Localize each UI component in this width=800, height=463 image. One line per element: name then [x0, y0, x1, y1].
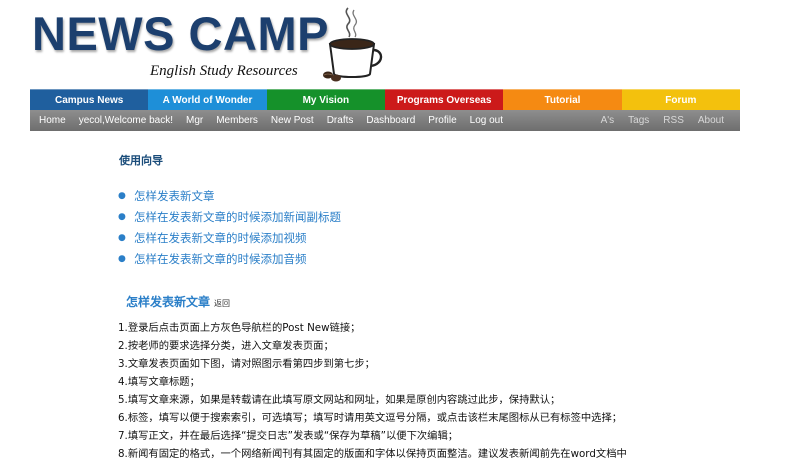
- tab-tutorial[interactable]: Tutorial: [503, 89, 622, 110]
- site-subtitle: English Study Resources: [150, 63, 298, 79]
- guide-heading: 使用向导: [119, 154, 163, 167]
- tab-forum[interactable]: Forum: [621, 89, 740, 110]
- guide-link-new-post[interactable]: 怎样发表新文章: [134, 188, 215, 204]
- user-nav-right: A's Tags RSS About: [587, 115, 740, 126]
- step-item: 5.填写文章来源，如果是转载请在此填写原文网站和网址，如果是原创内容跳过此步，保…: [118, 394, 561, 406]
- site-header: NEWS CAMP English Study Resources: [30, 0, 740, 88]
- guide-link-add-subtitle[interactable]: 怎样在发表新文章的时候添加新闻副标题: [134, 209, 341, 225]
- section-header: 怎样发表新文章 返回: [126, 293, 230, 310]
- nav-drafts-link[interactable]: Drafts: [327, 115, 354, 126]
- list-item: ● 怎样在发表新文章的时候添加视频: [118, 227, 341, 248]
- nav-about-link[interactable]: About: [698, 115, 724, 126]
- tab-campus-news[interactable]: Campus News: [30, 89, 149, 110]
- tab-my-vision[interactable]: My Vision: [266, 89, 385, 110]
- back-link[interactable]: 返回: [214, 298, 230, 309]
- bullet-icon: ●: [118, 190, 126, 201]
- step-item: 3.文章发表页面如下图，请对照图示看第四步到第七步；: [118, 358, 375, 370]
- list-item: ● 怎样在发表新文章的时候添加新闻副标题: [118, 206, 341, 227]
- nav-archives-link[interactable]: A's: [601, 115, 615, 126]
- bullet-icon: ●: [118, 253, 126, 264]
- nav-mgr-link[interactable]: Mgr: [186, 115, 203, 126]
- coffee-cup-icon: [323, 7, 383, 82]
- tab-a-world-of-wonder[interactable]: A World of Wonder: [148, 89, 267, 110]
- nav-logout-link[interactable]: Log out: [470, 115, 503, 126]
- step-item: 8.新闻有固定的格式，一个网络新闻刊有其固定的版面和字体以保持页面整洁。建议发表…: [118, 448, 627, 460]
- nav-dashboard-link[interactable]: Dashboard: [366, 115, 415, 126]
- nav-home-link[interactable]: Home: [39, 115, 66, 126]
- user-nav-left: Home yecol,Welcome back! Mgr Members New…: [30, 115, 507, 126]
- step-item: 7.填写正文，并在最后选择“提交日志”发表或“保存为草稿”以便下次编辑；: [118, 430, 459, 442]
- bullet-icon: ●: [118, 211, 126, 222]
- nav-profile-link[interactable]: Profile: [428, 115, 456, 126]
- instruction-steps: 1.登录后点击页面上方灰色导航栏的Post New链接； 2.按老师的要求选择分…: [118, 319, 798, 463]
- step-item: 2.按老师的要求选择分类，进入文章发表页面；: [118, 340, 334, 352]
- nav-welcome-user-link[interactable]: yecol,Welcome back!: [79, 115, 173, 126]
- step-item: 1.登录后点击页面上方灰色导航栏的Post New链接；: [118, 322, 361, 334]
- tab-programs-overseas[interactable]: Programs Overseas: [384, 89, 504, 110]
- section-title: 怎样发表新文章: [126, 295, 211, 309]
- list-item: ● 怎样发表新文章: [118, 185, 341, 206]
- nav-new-post-link[interactable]: New Post: [271, 115, 314, 126]
- nav-rss-link[interactable]: RSS: [663, 115, 684, 126]
- step-item: 4.填写文章标题；: [118, 376, 200, 388]
- bullet-icon: ●: [118, 232, 126, 243]
- guide-link-add-video[interactable]: 怎样在发表新文章的时候添加视频: [134, 230, 307, 246]
- primary-category-nav: Campus News A World of Wonder My Vision …: [30, 89, 740, 110]
- site-title[interactable]: NEWS CAMP: [32, 10, 329, 57]
- nav-tags-link[interactable]: Tags: [628, 115, 649, 126]
- nav-members-link[interactable]: Members: [216, 115, 258, 126]
- guide-link-list: ● 怎样发表新文章 ● 怎样在发表新文章的时候添加新闻副标题 ● 怎样在发表新文…: [118, 185, 341, 269]
- guide-link-add-audio[interactable]: 怎样在发表新文章的时候添加音频: [134, 251, 307, 267]
- step-item: 6.标签，填写以便于搜索索引，可选填写；填写时请用英文逗号分隔，或点击该栏末尾图…: [118, 412, 623, 424]
- list-item: ● 怎样在发表新文章的时候添加音频: [118, 248, 341, 269]
- user-nav-bar: Home yecol,Welcome back! Mgr Members New…: [30, 110, 740, 131]
